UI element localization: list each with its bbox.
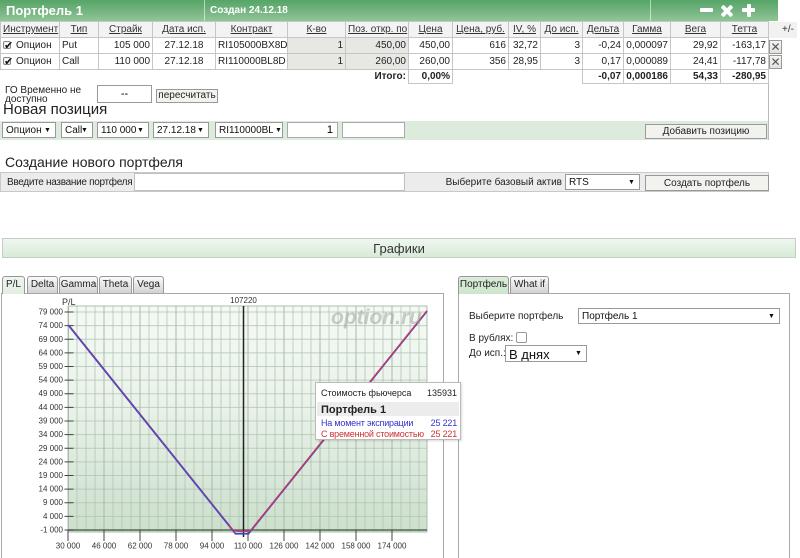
svg-text:74 000: 74 000 [39, 321, 64, 330]
svg-text:62 000: 62 000 [128, 542, 153, 551]
svg-text:94 000: 94 000 [200, 542, 225, 551]
svg-text:46 000: 46 000 [92, 542, 117, 551]
svg-text:69 000: 69 000 [39, 335, 64, 344]
svg-text:49 000: 49 000 [39, 389, 64, 398]
svg-text:54 000: 54 000 [39, 376, 64, 385]
svg-text:29 000: 29 000 [39, 444, 64, 453]
svg-text:9 000: 9 000 [43, 498, 64, 507]
svg-text:64 000: 64 000 [39, 348, 64, 357]
svg-text:-1 000: -1 000 [40, 526, 63, 535]
svg-text:30 000: 30 000 [56, 542, 81, 551]
svg-text:142 000: 142 000 [306, 542, 335, 551]
svg-text:24 000: 24 000 [39, 457, 64, 466]
svg-text:19 000: 19 000 [39, 471, 64, 480]
svg-text:59 000: 59 000 [39, 362, 64, 371]
svg-text:44 000: 44 000 [39, 403, 64, 412]
svg-text:P/L: P/L [62, 297, 76, 307]
svg-text:79 000: 79 000 [39, 308, 64, 317]
svg-text:78 000: 78 000 [164, 542, 189, 551]
svg-text:158 000: 158 000 [342, 542, 371, 551]
svg-text:126 000: 126 000 [270, 542, 299, 551]
svg-text:107220: 107220 [230, 296, 257, 305]
svg-text:14 000: 14 000 [39, 485, 64, 494]
svg-text:110 000: 110 000 [234, 542, 263, 551]
svg-text:39 000: 39 000 [39, 417, 64, 426]
svg-text:34 000: 34 000 [39, 430, 64, 439]
svg-text:174 000: 174 000 [378, 542, 407, 551]
svg-text:4 000: 4 000 [43, 512, 64, 521]
